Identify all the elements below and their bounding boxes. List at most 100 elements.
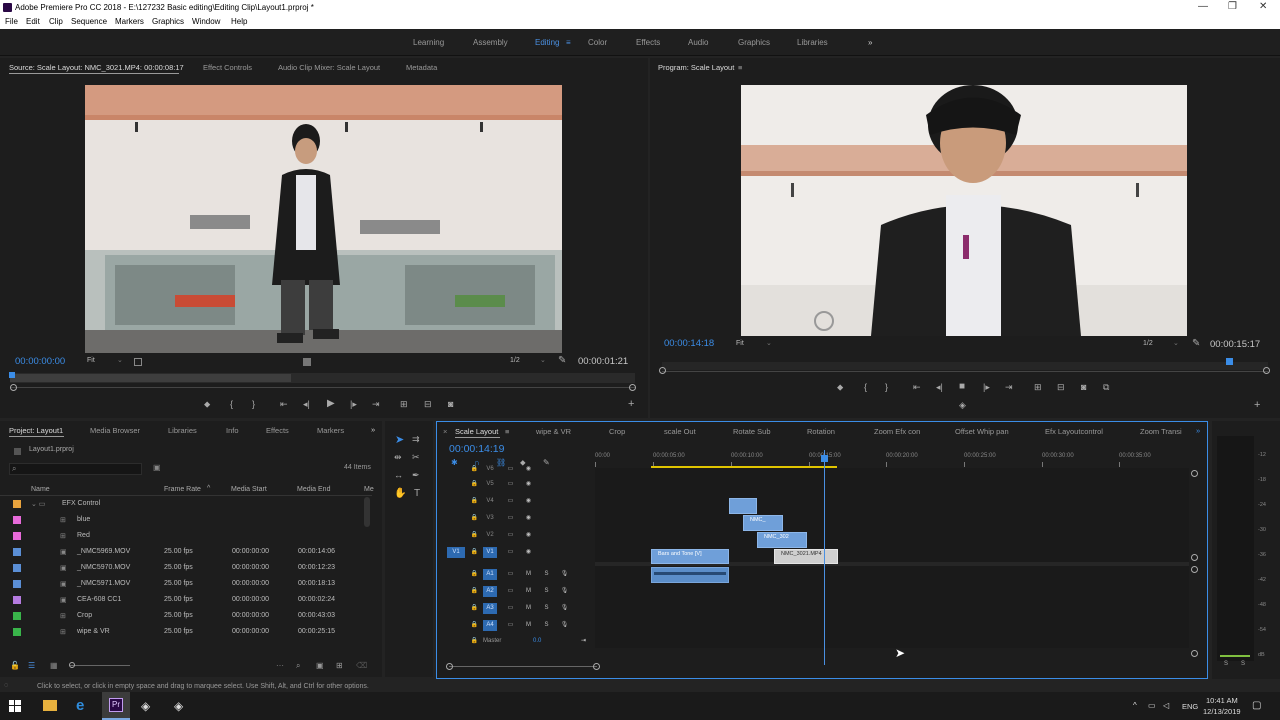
workspace-libraries[interactable]: Libraries — [797, 38, 828, 47]
project-list-item[interactable]: ⊞ blue — [0, 512, 370, 528]
tab-source[interactable]: Source: Scale Layout: NMC_3021.MP4: 00:0… — [9, 63, 184, 72]
project-list-item[interactable]: ▣ _NMC5971.MOV 25.00 fps 00:00:00:00 00:00:1… — [0, 576, 370, 592]
track-lock-icon[interactable]: 🔒 — [469, 603, 480, 614]
menu-sequence[interactable]: Sequence — [71, 17, 107, 26]
sync-lock-icon[interactable]: ▭ — [505, 513, 516, 524]
menu-markers[interactable]: Markers — [115, 17, 144, 26]
timeline-tab-zoom-transi[interactable]: Zoom Transi — [1140, 427, 1182, 436]
edge-browser-icon[interactable]: e — [76, 697, 84, 714]
source-mark-in-icon[interactable]: { — [230, 399, 233, 409]
program-settings-wrench-icon[interactable]: ✎ — [1192, 338, 1200, 349]
workspace-learning[interactable]: Learning — [413, 38, 444, 47]
timeline-audio-clip-a1[interactable] — [651, 567, 729, 583]
program-compare-icon[interactable]: ⧉ — [1103, 382, 1109, 393]
track-lock-icon[interactable]: 🔒 — [469, 586, 480, 597]
type-tool-icon[interactable]: T — [414, 488, 420, 499]
go-to-end-icon[interactable]: ⇥ — [581, 637, 586, 644]
track-label[interactable]: V6 — [483, 464, 497, 475]
track-visibility-eye-icon[interactable]: ◉ — [523, 496, 534, 507]
audio-scroll-handle-bottom[interactable] — [1191, 650, 1198, 657]
sync-lock-icon[interactable]: ▭ — [505, 586, 516, 597]
app-icon-2[interactable]: ◈ — [174, 699, 183, 713]
source-export-frame-icon[interactable]: ◙ — [448, 399, 453, 409]
column-media-start[interactable]: Media Start — [231, 486, 267, 493]
program-time-ruler[interactable] — [662, 362, 1268, 370]
tab-project[interactable]: Project: Layout1 — [9, 426, 63, 435]
workspace-assembly[interactable]: Assembly — [473, 38, 508, 47]
column-name[interactable]: Name — [31, 486, 50, 493]
source-zoom-bar[interactable] — [10, 387, 635, 388]
close-icon[interactable]: ✕ — [1259, 1, 1267, 12]
track-lock-icon[interactable]: 🔒 — [469, 464, 480, 475]
tab-metadata[interactable]: Metadata — [406, 63, 437, 72]
source-resolution-chevron-icon[interactable]: ⌄ — [540, 356, 546, 364]
voice-over-record-icon[interactable]: 🎙 — [559, 569, 570, 580]
track-label[interactable]: V3 — [483, 513, 497, 524]
sort-ascending-icon[interactable]: ^ — [207, 485, 210, 492]
source-playhead[interactable] — [9, 372, 15, 378]
sync-lock-icon[interactable]: ▭ — [505, 620, 516, 631]
source-play-icon[interactable]: ▶ — [327, 398, 335, 409]
mute-button[interactable]: M — [523, 620, 534, 631]
program-extract-icon[interactable]: ⊟ — [1057, 382, 1065, 393]
track-visibility-eye-icon[interactable]: ◉ — [523, 479, 534, 490]
program-resolution-select[interactable]: 1/2 — [1143, 340, 1153, 347]
timeline-tab-wipe-vr[interactable]: wipe & VR — [536, 427, 571, 436]
source-zoom-start-handle[interactable] — [10, 384, 17, 391]
program-fit-chevron-icon[interactable]: ⌄ — [766, 339, 772, 347]
menu-window[interactable]: Window — [192, 17, 220, 26]
source-marker-icon[interactable]: ⬥ — [204, 399, 210, 410]
program-step-back-icon[interactable]: ◂| — [936, 382, 943, 393]
timeline-zoom-bar[interactable] — [449, 666, 597, 667]
workspace-audio[interactable]: Audio — [688, 38, 708, 47]
new-bin-icon[interactable]: ▣ — [316, 661, 324, 670]
track-label[interactable]: A2 — [483, 586, 497, 597]
solo-button[interactable]: S — [541, 603, 552, 614]
project-list-item[interactable]: ▣ CEA-608 CC1 25.00 fps 00:00:00:00 00:00:02… — [0, 592, 370, 608]
source-patch-v1[interactable]: V1 — [447, 547, 465, 558]
timeline-clip-nmc-3021[interactable]: NMC_3021.MP4 — [774, 549, 838, 564]
new-item-icon[interactable]: ⊞ — [336, 661, 343, 670]
track-lock-icon[interactable]: 🔒 — [469, 620, 480, 631]
label-color-swatch[interactable] — [13, 532, 21, 540]
master-volume-value[interactable]: 0.0 — [533, 638, 541, 644]
razor-tool-icon[interactable]: ✂ — [412, 452, 420, 463]
label-color-swatch[interactable] — [13, 628, 21, 636]
track-visibility-eye-icon[interactable]: ◉ — [523, 464, 534, 475]
sync-lock-icon[interactable]: ▭ — [505, 464, 516, 475]
tab-effect-controls[interactable]: Effect Controls — [203, 63, 252, 72]
timeline-timecode[interactable]: 00:00:14:19 — [449, 443, 504, 455]
timeline-tab-scale-layout[interactable]: Scale Layout — [455, 427, 498, 436]
program-zoom-end-handle[interactable] — [1263, 367, 1270, 374]
ripple-edit-tool-icon[interactable]: ⇹ — [394, 452, 402, 463]
program-tab-menu-icon[interactable]: ≡ — [738, 63, 742, 72]
project-more-tabs-icon[interactable]: » — [371, 425, 375, 434]
source-step-forward-icon[interactable]: |▸ — [350, 399, 357, 410]
label-color-swatch[interactable] — [13, 548, 21, 556]
menu-graphics[interactable]: Graphics — [152, 17, 184, 26]
tab-info[interactable]: Info — [226, 426, 239, 435]
track-label[interactable]: A1 — [483, 569, 497, 580]
program-vr-icon[interactable]: ◈ — [959, 400, 966, 411]
track-label[interactable]: A4 — [483, 620, 497, 631]
source-mark-out-icon[interactable]: } — [252, 399, 255, 409]
premiere-taskbar-button[interactable]: Pr — [102, 692, 130, 720]
clear-icon[interactable]: ⌫ — [356, 661, 367, 670]
source-settings-wrench-icon[interactable]: ✎ — [558, 355, 566, 366]
program-resolution-chevron-icon[interactable]: ⌄ — [1173, 339, 1179, 347]
column-frame-rate[interactable]: Frame Rate — [164, 486, 201, 493]
program-video-frame[interactable] — [741, 85, 1187, 336]
tab-program[interactable]: Program: Scale Layout — [658, 63, 734, 72]
label-color-swatch[interactable] — [13, 596, 21, 604]
sync-lock-icon[interactable]: ▭ — [505, 603, 516, 614]
timeline-clip-v2[interactable]: NMC_302 — [757, 532, 807, 548]
program-playhead[interactable] — [1226, 358, 1233, 365]
timeline-tab-crop[interactable]: Crop — [609, 427, 625, 436]
solo-button[interactable]: S — [541, 569, 552, 580]
timeline-zoom-start-handle[interactable] — [446, 663, 453, 670]
track-visibility-eye-icon[interactable]: ◉ — [523, 547, 534, 558]
program-mark-out-icon[interactable]: } — [885, 382, 888, 392]
source-safe-margins-icon[interactable] — [134, 358, 142, 366]
program-timecode[interactable]: 00:00:14:18 — [664, 338, 714, 349]
meter-solo-left[interactable]: S — [1224, 661, 1228, 667]
